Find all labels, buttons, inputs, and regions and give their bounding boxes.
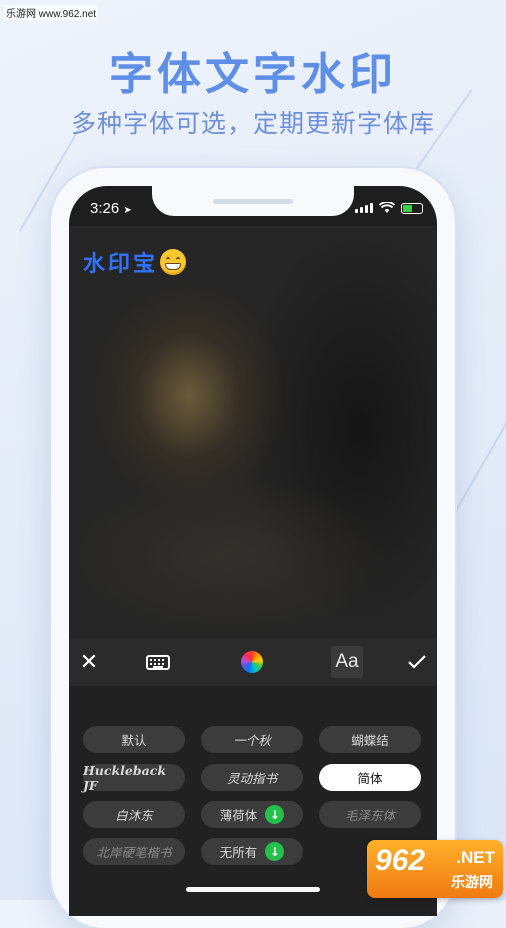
font-option-label: 北岸硬笔楷书	[96, 845, 172, 860]
font-option-label: 一个秋	[233, 733, 271, 748]
watermark-text: 水印宝	[83, 252, 159, 277]
font-option[interactable]: 默认	[83, 726, 185, 753]
color-wheel-icon	[241, 651, 263, 673]
site-badge: 962 .NET 乐游网	[367, 840, 503, 898]
watermark-text-overlay[interactable]: 水印宝	[83, 246, 187, 278]
location-arrow-icon: ➤	[123, 205, 132, 216]
font-option-label: 蝴蝶结	[351, 733, 389, 748]
promo-headline: 字体文字水印	[109, 49, 397, 100]
cellular-signal-icon	[355, 203, 373, 213]
status-time: 3:26 ➤	[90, 200, 132, 217]
battery-charging-icon	[401, 202, 423, 214]
close-button[interactable]: ✕	[75, 638, 103, 686]
background-streak	[449, 416, 506, 522]
speaker-grille	[213, 199, 293, 204]
download-icon[interactable]: ↓	[265, 842, 285, 861]
editor-toolbar: ✕ Aa	[69, 638, 437, 686]
font-option[interactable]: 灵动指书	[201, 764, 303, 791]
font-option[interactable]: 薄荷体 ↓	[201, 801, 303, 828]
font-option-label: 默认	[121, 733, 147, 748]
badge-number: 962	[375, 844, 426, 877]
font-button[interactable]: Aa	[331, 646, 363, 678]
font-option[interactable]: 蝴蝶结	[319, 726, 421, 753]
font-button-label: Aa	[335, 651, 359, 672]
phone-notch	[152, 186, 354, 216]
promo-subheadline: 多种字体可选，定期更新字体库	[70, 109, 435, 138]
font-option-label: 简体	[357, 771, 383, 786]
font-option-label: 灵动指书	[226, 771, 277, 786]
font-option[interactable]: 毛泽东体	[319, 801, 421, 828]
font-option[interactable]: 一个秋	[201, 726, 303, 753]
font-option[interactable]: 北岸硬笔楷书	[83, 838, 185, 865]
color-button[interactable]	[239, 638, 265, 686]
font-option-label: 无所有	[219, 845, 258, 860]
grinning-face-icon	[160, 249, 187, 275]
font-option-selected[interactable]: 简体	[319, 764, 421, 791]
confirm-button[interactable]	[403, 638, 431, 686]
badge-name: 乐游网	[451, 875, 493, 891]
badge-suffix: .NET	[456, 848, 495, 867]
wifi-icon	[379, 202, 395, 213]
close-icon: ✕	[79, 649, 99, 675]
font-option-label: 薄荷体	[219, 808, 258, 823]
download-icon[interactable]: ↓	[265, 805, 285, 824]
home-indicator	[186, 887, 320, 892]
status-time-text: 3:26	[90, 200, 120, 217]
font-option[interactable]: 无所有 ↓	[201, 838, 303, 865]
site-watermark: 乐游网 www.962.net	[4, 5, 99, 20]
checkmark-icon	[408, 655, 426, 669]
phone-screen: 3:26 ➤ 水印宝 ✕ Aa 默认 一个秋 蝴蝶结 Huckleback JF…	[69, 186, 437, 916]
font-option-label: Huckleback JF	[83, 762, 166, 793]
keyboard-icon	[146, 654, 170, 670]
font-option[interactable]: 白沐东	[83, 801, 185, 828]
font-option-label: 毛泽东体	[344, 808, 395, 823]
font-option-label: 白沐东	[115, 808, 153, 823]
font-option[interactable]: Huckleback JF	[83, 762, 185, 793]
status-indicators	[355, 202, 423, 214]
blurred-photo	[69, 226, 437, 638]
keyboard-button[interactable]	[144, 638, 172, 686]
